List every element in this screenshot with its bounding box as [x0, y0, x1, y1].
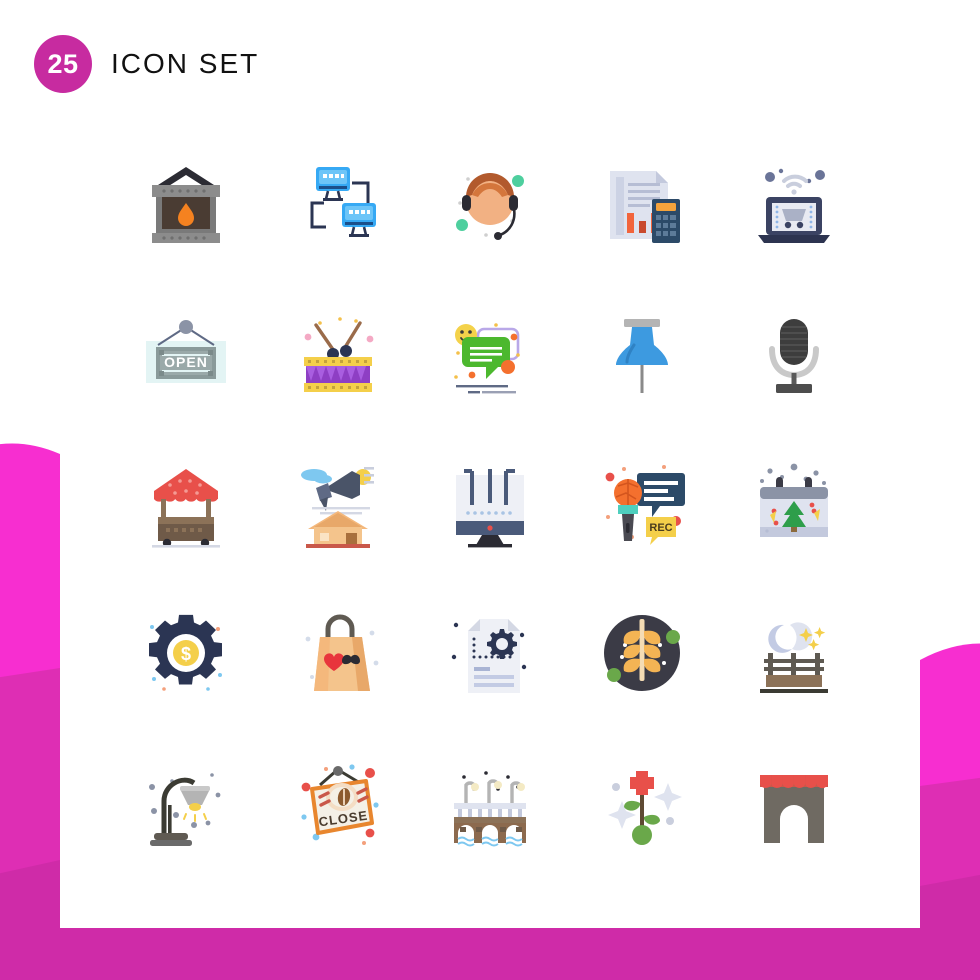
wheat-icon — [604, 615, 680, 691]
shopping-bag-love-icon — [305, 614, 379, 691]
icon-cell-accounting[interactable] — [566, 128, 718, 278]
icon-cell-network[interactable] — [262, 128, 414, 278]
pink-bar-bottom — [0, 928, 980, 980]
drum-icon — [304, 317, 374, 392]
icon-count-label: 25 — [47, 48, 79, 79]
flower-icon — [608, 771, 682, 845]
icon-cell-advertising[interactable] — [262, 428, 414, 578]
icon-cell-online-shopping[interactable] — [718, 128, 870, 278]
icon-cell-feedback-chat[interactable] — [414, 278, 566, 428]
icon-set-page: 25 ICON SET OPEN REC $ CLOSE — [0, 0, 980, 980]
market-stall-icon — [152, 469, 220, 548]
icon-cell-desk-lamp[interactable] — [110, 728, 262, 878]
icon-cell-christmas-calendar[interactable] — [718, 428, 870, 578]
accounting-icon — [610, 171, 680, 243]
icon-cell-money-gear[interactable]: $ — [110, 578, 262, 728]
dollar-sign-icon: $ — [181, 644, 191, 664]
icon-cell-market-stall[interactable] — [110, 428, 262, 578]
icon-cell-bridge[interactable] — [414, 728, 566, 878]
icon-cell-wheat[interactable] — [566, 578, 718, 728]
shop-front-icon — [760, 775, 828, 843]
icon-cell-push-pin[interactable] — [566, 278, 718, 428]
feedback-chat-icon — [454, 323, 520, 394]
icon-cell-drum[interactable] — [262, 278, 414, 428]
icon-cell-microphone[interactable] — [718, 278, 870, 428]
support-agent-icon — [456, 173, 524, 240]
icon-count-badge: 25 — [34, 35, 92, 93]
christmas-calendar-icon — [760, 463, 828, 537]
icon-cell-document-settings[interactable] — [414, 578, 566, 728]
icon-cell-shopping-bag-love[interactable] — [262, 578, 414, 728]
open-sign-icon: OPEN — [146, 320, 226, 383]
rec-badge-label: REC — [649, 522, 672, 534]
close-sign-icon: CLOSE — [301, 764, 379, 845]
open-sign-label: OPEN — [164, 354, 208, 370]
bridge-icon — [454, 771, 526, 847]
icon-grid: OPEN REC $ CLOSE — [110, 128, 870, 878]
online-shopping-icon — [758, 168, 830, 243]
document-settings-icon — [451, 619, 527, 693]
icon-cell-recording[interactable]: REC — [566, 428, 718, 578]
pink-shape-right — [920, 643, 980, 980]
push-pin-icon — [616, 319, 668, 393]
header: 25 ICON SET — [34, 35, 259, 93]
fireplace-icon — [152, 167, 220, 243]
desk-lamp-icon — [149, 773, 221, 846]
icon-cell-tv-antenna[interactable] — [414, 428, 566, 578]
recording-icon: REC — [605, 465, 685, 545]
icon-cell-open-sign[interactable]: OPEN — [110, 278, 262, 428]
night-bench-icon — [760, 622, 828, 693]
tv-antenna-icon — [456, 469, 524, 548]
microphone-icon — [769, 319, 819, 393]
network-icon — [310, 167, 376, 237]
icon-cell-support-agent[interactable] — [414, 128, 566, 278]
pink-shape-left — [0, 443, 60, 980]
page-title: ICON SET — [111, 48, 260, 79]
icon-cell-night-bench[interactable] — [718, 578, 870, 728]
icon-cell-flower[interactable] — [566, 728, 718, 878]
icon-cell-close-sign[interactable]: CLOSE — [262, 728, 414, 878]
money-gear-icon: $ — [149, 614, 222, 691]
icon-cell-fireplace[interactable] — [110, 128, 262, 278]
advertising-icon — [301, 467, 374, 548]
icon-cell-shop-front[interactable] — [718, 728, 870, 878]
